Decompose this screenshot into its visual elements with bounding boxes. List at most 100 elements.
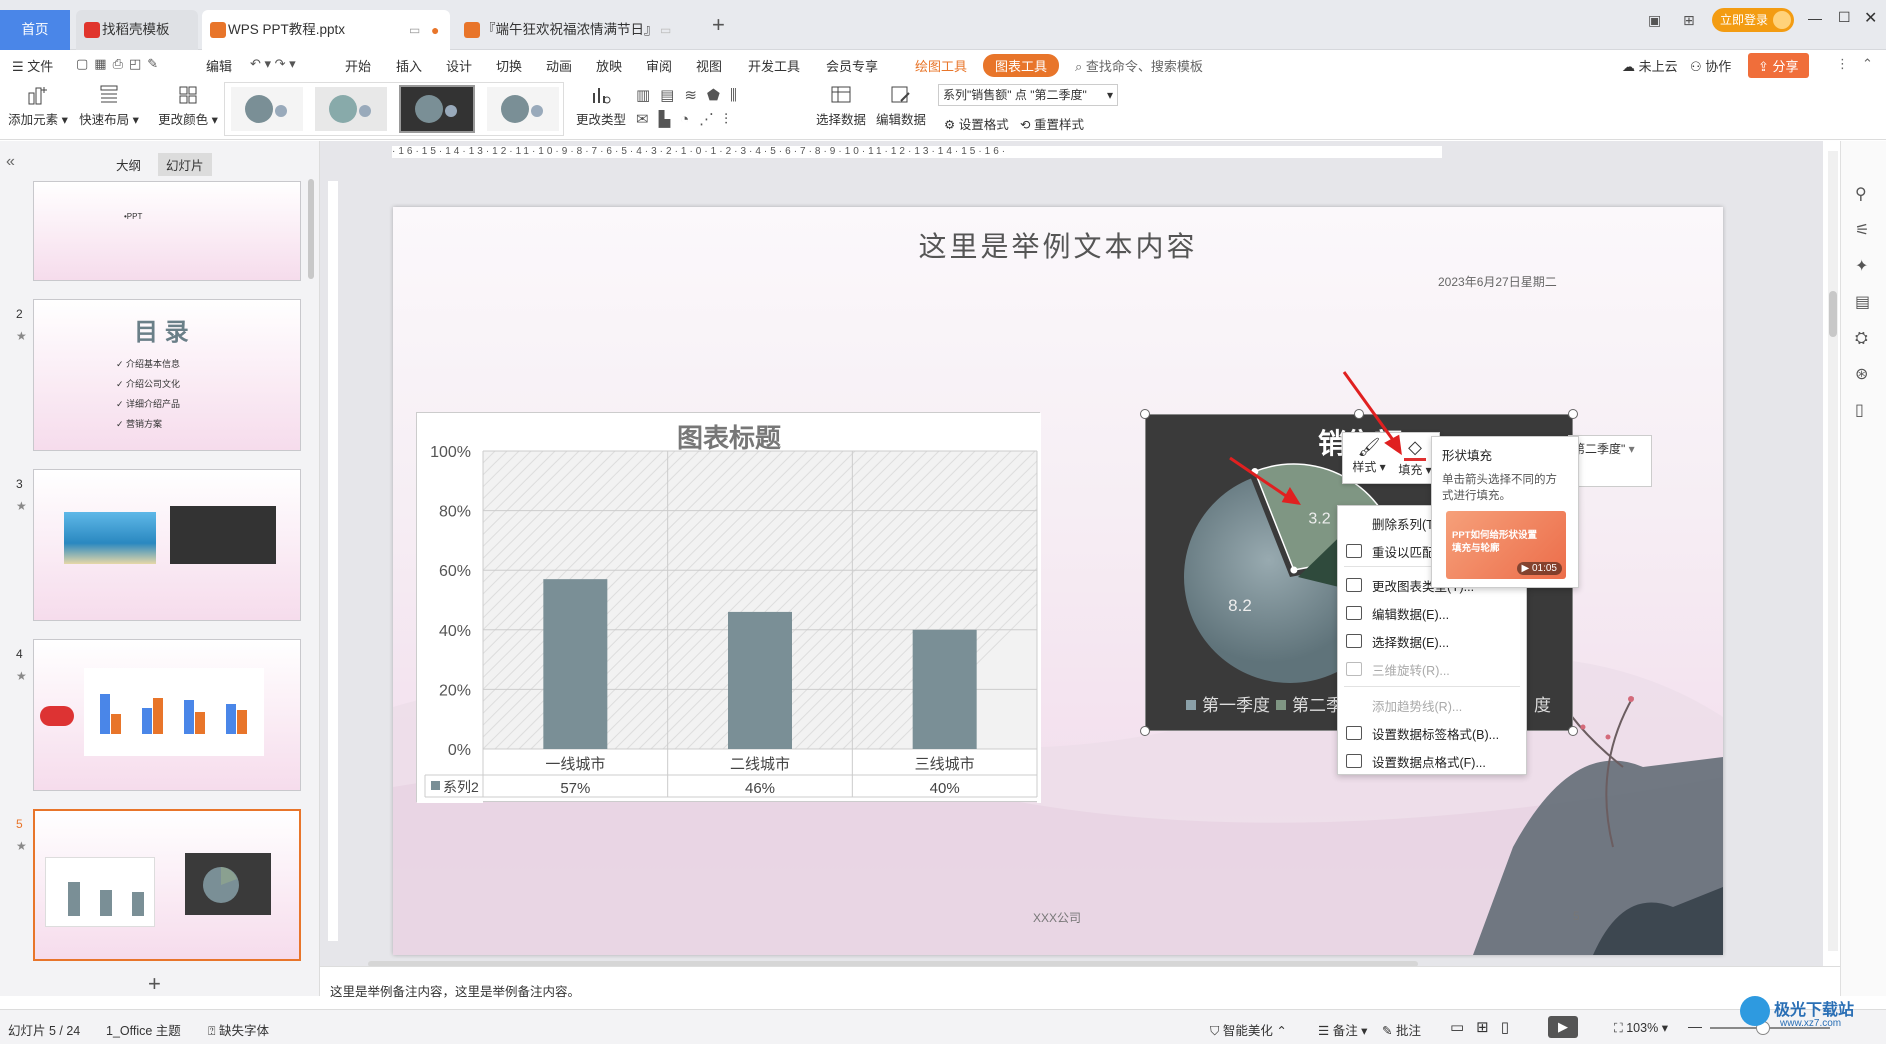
panel-scrollbar[interactable] (308, 179, 314, 279)
menu-switch[interactable]: 切换 (496, 56, 522, 75)
pie-style-thumb (415, 95, 457, 123)
notes-pane[interactable]: 这里是举例备注内容，这里是举例备注内容。 (320, 966, 1840, 1009)
bar-chart-svg: 图表标题 100% 80% 60% 40% 20% 0% 一线城市 57% 二线城市 46% 三线城市… (182, 413, 1192, 803)
menu-edit[interactable]: 编辑 (206, 56, 232, 75)
login-button[interactable]: 立即登录 (1712, 8, 1794, 32)
outline-tab[interactable]: 大纲 (116, 155, 141, 174)
menu-item-icon (1346, 578, 1362, 592)
thumb-bars (68, 882, 144, 916)
horizontal-ruler: ·16·15·14·13·12·11·10·9·8·7·6·5·4·3·2·1·… (392, 146, 1442, 158)
view-mode-icons[interactable]: ▭⊞▯ (1450, 1018, 1521, 1036)
collapse-panel-icon[interactable]: « (6, 153, 15, 171)
menu-draw-tools[interactable]: 绘图工具 (915, 56, 967, 75)
context-menu-item[interactable]: 编辑数据(E)... (1372, 604, 1449, 623)
tooltip-video[interactable]: PPT如何给形状设置填充与轮廓 ▶ 01:05 (1446, 511, 1566, 579)
menu-review[interactable]: 审阅 (646, 56, 672, 75)
layout-icon[interactable]: ▣ (1648, 12, 1661, 29)
missing-font[interactable]: ⍰ 缺失字体 (208, 1020, 269, 1039)
scroll-thumb[interactable] (1829, 291, 1837, 337)
unsaved-dot: ● (431, 22, 440, 38)
select-data-icon (831, 86, 851, 103)
zoom-out-icon[interactable]: — (1688, 1018, 1702, 1034)
slide-date[interactable]: 2023年6月27日星期二 (1438, 273, 1557, 290)
add-element-button[interactable]: 添加元素 ▾ (8, 83, 68, 128)
slide-thumb-3[interactable] (33, 469, 301, 621)
watermark-logo: 极光下载站 www.xz7.com (1740, 996, 1880, 1042)
pie-style-thumb (329, 95, 371, 123)
set-format-button[interactable]: ⚙ 设置格式 (944, 114, 1009, 133)
bar-chart[interactable]: 图表标题 100% 80% 60% 40% 20% 0% 一线城市 57% 二线城市 46% 三线城市… (182, 412, 1192, 803)
menu-insert[interactable]: 插入 (396, 56, 422, 75)
context-menu-item[interactable]: 重设以匹配 (1372, 542, 1435, 561)
quick-layout-button[interactable]: 快速布局 ▾ (78, 83, 140, 128)
zoom-level[interactable]: ⛶ 103% ▾ (1614, 1020, 1668, 1036)
menu-anim[interactable]: 动画 (546, 56, 572, 75)
chart-type-grid[interactable]: ▥▤≋⬟⫼ ✉▙◔⋰⫶ (636, 84, 796, 134)
add-slide-button[interactable]: + (148, 971, 161, 997)
record-icon[interactable] (40, 706, 74, 726)
comment-toggle[interactable]: ✎ 批注 (1382, 1020, 1421, 1039)
slide-thumb-1[interactable]: •PPT (33, 181, 301, 281)
slides-tab[interactable]: 幻灯片 (158, 153, 212, 176)
context-menu-item[interactable]: 删除系列(T) (1372, 514, 1438, 533)
collapse-ribbon-icon[interactable]: ⌃ (1862, 56, 1873, 72)
menu-chart-tools[interactable]: 图表工具 (983, 54, 1060, 77)
x-tick-label: 三线城市 (915, 756, 975, 773)
search-command[interactable]: ⌕ 查找命令、搜索模板 (1075, 56, 1203, 75)
monitor-icon: ▭ (660, 23, 672, 37)
context-menu-item[interactable]: 设置数据标签格式(B)... (1372, 724, 1499, 743)
slide-thumb-4[interactable] (33, 639, 301, 791)
tab-pptx[interactable]: WPS PPT教程.pptx ▭ ● (202, 10, 450, 50)
slide-company[interactable]: XXX公司 (1033, 909, 1081, 926)
maximize-icon[interactable]: ☐ (1838, 9, 1851, 26)
more-icon[interactable]: ⋮ (1836, 56, 1849, 72)
edit-data-button[interactable]: 编辑数据 (874, 83, 928, 128)
menu-member[interactable]: 会员专享 (826, 56, 878, 75)
chart-style-1[interactable] (231, 87, 303, 131)
menu-file[interactable]: ☰ 文件 (12, 56, 53, 75)
y-tick-label: 100% (430, 444, 471, 461)
tab-dragonboat[interactable]: 『端午狂欢祝福浓情满节日』 ▭ (456, 10, 696, 50)
new-tab-button[interactable]: + (712, 12, 725, 38)
ppt-file-icon (464, 22, 480, 38)
menu-separator (1344, 686, 1520, 687)
context-menu-item[interactable]: 设置数据点格式(F)... (1372, 752, 1486, 771)
chart-style-2[interactable] (315, 87, 387, 131)
notes-toggle[interactable]: ☰ 备注 ▾ (1318, 1020, 1367, 1039)
close-icon[interactable]: ✕ (1864, 8, 1877, 28)
slide-thumb-5[interactable] (33, 809, 301, 961)
sidebar-icons[interactable]: ⚲ ⚟ ✦ ▤ ⛭ ⊛ ▯ (1855, 177, 1870, 429)
reset-style-button[interactable]: ⟲ 重置样式 (1020, 114, 1084, 133)
beautify-button[interactable]: ⛉ 智能美化 ⌃ (1210, 1020, 1287, 1039)
grid-icon[interactable]: ⊞ (1683, 12, 1695, 29)
menu-start[interactable]: 开始 (345, 56, 371, 75)
avatar (1773, 11, 1791, 29)
series-select[interactable]: 系列"销售额" 点 "第二季度" ▾ (938, 84, 1118, 106)
quick-access-icons[interactable]: ▢▦⎙◰✎ (76, 56, 164, 72)
select-data-button[interactable]: 选择数据 (814, 83, 868, 128)
theme-name[interactable]: 1_Office 主题 (106, 1020, 181, 1039)
menu-show[interactable]: 放映 (596, 56, 622, 75)
vertical-scrollbar[interactable] (1828, 151, 1838, 951)
tab-templates[interactable]: 找稻壳模板 (76, 10, 198, 50)
chart-style-4[interactable] (487, 87, 559, 131)
cloud-status[interactable]: ☁ 未上云 (1622, 56, 1678, 75)
collab-button[interactable]: ⚇ 协作 (1690, 56, 1731, 75)
menu-dev[interactable]: 开发工具 (748, 56, 800, 75)
slide-page-number[interactable]: 5 (1573, 909, 1580, 923)
chart-style-3[interactable] (399, 85, 475, 133)
menu-design[interactable]: 设计 (446, 56, 472, 75)
notes-text[interactable]: 这里是举例备注内容，这里是举例备注内容。 (330, 981, 580, 1000)
share-button[interactable]: ⇪ 分享 (1748, 53, 1809, 78)
minimize-icon[interactable]: — (1808, 10, 1822, 26)
slide-title[interactable]: 这里是举例文本内容 (393, 225, 1723, 265)
slide-thumb-2[interactable]: 目 录 ✓ 介绍基本信息 ✓ 介绍公司文化 ✓ 详细介绍产品 ✓ 营销方案 (33, 299, 301, 451)
change-type-button[interactable]: 更改类型 (574, 83, 628, 128)
series-point-select[interactable]: 第二季度" ▾ (1568, 435, 1652, 487)
context-menu-item[interactable]: 选择数据(E)... (1372, 632, 1449, 651)
play-button[interactable]: ▶ (1548, 1016, 1578, 1038)
undo-icon[interactable]: ↶ ▾ ↷ ▾ (250, 56, 296, 72)
change-color-button[interactable]: 更改颜色 ▾ (158, 83, 218, 128)
menu-view[interactable]: 视图 (696, 56, 722, 75)
tab-home[interactable]: 首页 (0, 10, 70, 50)
